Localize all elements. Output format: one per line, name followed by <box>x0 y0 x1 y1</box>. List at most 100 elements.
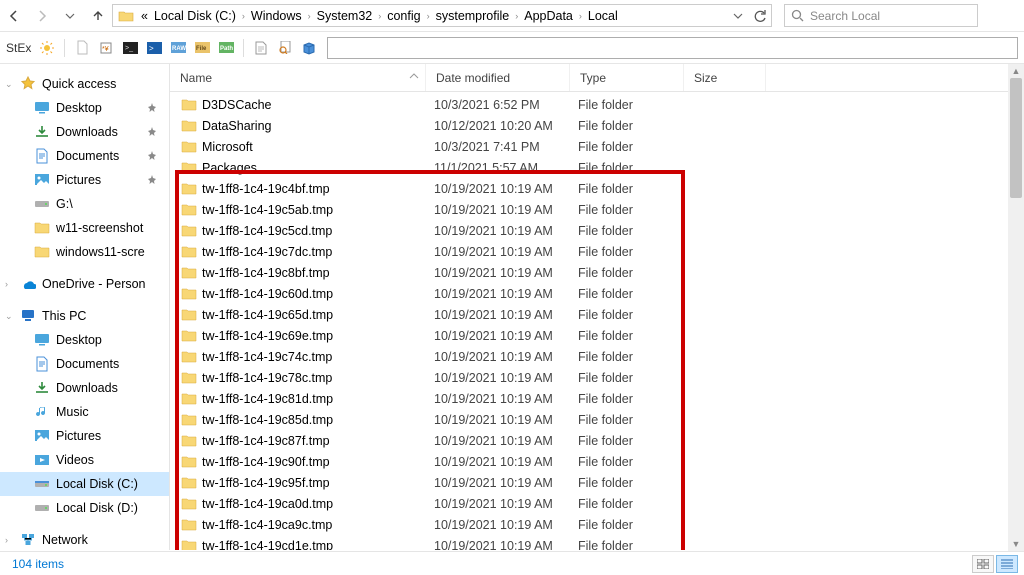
forward-button[interactable] <box>28 0 56 32</box>
file-row[interactable]: D3DSCache10/3/2021 6:52 PMFile folder <box>170 94 1024 115</box>
nav-item-downloads[interactable]: Downloads <box>0 120 169 144</box>
file-row[interactable]: tw-1ff8-1c4-19ca0d.tmp10/19/2021 10:19 A… <box>170 493 1024 514</box>
file-row[interactable]: DataSharing10/12/2021 10:20 AMFile folde… <box>170 115 1024 136</box>
expand-icon[interactable]: ⌄ <box>5 79 13 90</box>
nav-label: Pictures <box>56 429 101 443</box>
file-row[interactable]: tw-1ff8-1c4-19c7dc.tmp10/19/2021 10:19 A… <box>170 241 1024 262</box>
file-type: File folder <box>578 329 692 343</box>
expand-icon[interactable]: › <box>5 535 8 545</box>
file-name: tw-1ff8-1c4-19ca9c.tmp <box>202 518 434 532</box>
file-row[interactable]: tw-1ff8-1c4-19c95f.tmp10/19/2021 10:19 A… <box>170 472 1024 493</box>
file-row[interactable]: tw-1ff8-1c4-19c74c.tmp10/19/2021 10:19 A… <box>170 346 1024 367</box>
nav-item-this-pc[interactable]: ⌄This PC <box>0 304 169 328</box>
file-row[interactable]: tw-1ff8-1c4-19ca9c.tmp10/19/2021 10:19 A… <box>170 514 1024 535</box>
svg-text:>_: >_ <box>125 45 133 52</box>
nav-item-onedrive-person[interactable]: ›OneDrive - Person <box>0 272 169 296</box>
back-button[interactable] <box>0 0 28 32</box>
column-name[interactable]: Name <box>170 64 426 91</box>
folder-icon <box>117 8 135 24</box>
file-row[interactable]: tw-1ff8-1c4-19c5cd.tmp10/19/2021 10:19 A… <box>170 220 1024 241</box>
file-date: 10/19/2021 10:19 AM <box>434 434 578 448</box>
file-type: File folder <box>578 266 692 280</box>
breadcrumb-segment[interactable]: Local Disk (C:) <box>154 9 236 23</box>
file-row[interactable]: tw-1ff8-1c4-19c8bf.tmp10/19/2021 10:19 A… <box>170 262 1024 283</box>
breadcrumb-segment[interactable]: systemprofile <box>436 9 510 23</box>
nav-item-g[interactable]: G:\ <box>0 192 169 216</box>
scroll-up-arrow[interactable]: ▲ <box>1008 64 1024 78</box>
file-row[interactable]: tw-1ff8-1c4-19c69e.tmp10/19/2021 10:19 A… <box>170 325 1024 346</box>
nav-item-quick-access[interactable]: ⌄Quick access <box>0 72 169 96</box>
file-row[interactable]: tw-1ff8-1c4-19c5ab.tmp10/19/2021 10:19 A… <box>170 199 1024 220</box>
picture-icon <box>34 172 50 188</box>
file-row[interactable]: tw-1ff8-1c4-19c81d.tmp10/19/2021 10:19 A… <box>170 388 1024 409</box>
file-name: tw-1ff8-1c4-19c90f.tmp <box>202 455 434 469</box>
file-row[interactable]: tw-1ff8-1c4-19c60d.tmp10/19/2021 10:19 A… <box>170 283 1024 304</box>
star-icon <box>20 76 36 92</box>
nav-item-desktop[interactable]: Desktop <box>0 96 169 120</box>
breadcrumb-segment[interactable]: AppData <box>524 9 573 23</box>
scroll-thumb[interactable] <box>1010 78 1022 198</box>
file-date: 10/19/2021 10:19 AM <box>434 371 578 385</box>
nav-item-local-disk-d[interactable]: Local Disk (D:) <box>0 496 169 520</box>
file-type: File folder <box>578 119 692 133</box>
file-date: 10/19/2021 10:19 AM <box>434 224 578 238</box>
folder-icon <box>180 328 198 344</box>
column-type[interactable]: Type <box>570 64 684 91</box>
file-icon[interactable]: File <box>192 38 212 58</box>
refresh-icon[interactable] <box>753 9 767 23</box>
file-row[interactable]: tw-1ff8-1c4-19cd1e.tmp10/19/2021 10:19 A… <box>170 535 1024 550</box>
expand-icon[interactable]: ⌄ <box>5 311 13 322</box>
nav-tree[interactable]: ⌄Quick accessDesktopDownloadsDocumentsPi… <box>0 64 170 550</box>
file-row[interactable]: tw-1ff8-1c4-19c90f.tmp10/19/2021 10:19 A… <box>170 451 1024 472</box>
view-details-button[interactable] <box>996 555 1018 573</box>
nav-item-documents[interactable]: Documents <box>0 352 169 376</box>
path-icon[interactable]: Path <box>216 38 236 58</box>
nav-item-desktop[interactable]: Desktop <box>0 328 169 352</box>
breadcrumb-segment[interactable]: config <box>387 9 420 23</box>
breadcrumb-segment[interactable]: System32 <box>317 9 373 23</box>
cmd-icon[interactable]: >_ <box>120 38 140 58</box>
file-row[interactable]: tw-1ff8-1c4-19c65d.tmp10/19/2021 10:19 A… <box>170 304 1024 325</box>
file-row[interactable]: tw-1ff8-1c4-19c78c.tmp10/19/2021 10:19 A… <box>170 367 1024 388</box>
tool-icon[interactable]: *¥ <box>96 38 116 58</box>
nav-item-downloads[interactable]: Downloads <box>0 376 169 400</box>
raw-icon[interactable]: RAW <box>168 38 188 58</box>
file-row[interactable]: tw-1ff8-1c4-19c85d.tmp10/19/2021 10:19 A… <box>170 409 1024 430</box>
nav-item-pictures[interactable]: Pictures <box>0 424 169 448</box>
breadcrumb-segment[interactable]: Local <box>588 9 618 23</box>
file-row[interactable]: tw-1ff8-1c4-19c4bf.tmp10/19/2021 10:19 A… <box>170 178 1024 199</box>
nav-item-videos[interactable]: Videos <box>0 448 169 472</box>
recent-dropdown[interactable] <box>56 0 84 32</box>
nav-item-w11-screenshot[interactable]: w11-screenshot <box>0 216 169 240</box>
chevron-right-icon: › <box>306 11 313 21</box>
up-button[interactable] <box>84 0 112 32</box>
download-icon <box>34 380 50 396</box>
scroll-down-arrow[interactable]: ▼ <box>1008 537 1024 551</box>
column-date[interactable]: Date modified <box>426 64 570 91</box>
command-input[interactable] <box>327 37 1018 59</box>
nav-item-documents[interactable]: Documents <box>0 144 169 168</box>
newfile-icon[interactable] <box>72 38 92 58</box>
search-input[interactable]: Search Local <box>784 4 978 27</box>
nav-item-pictures[interactable]: Pictures <box>0 168 169 192</box>
breadcrumb-segment[interactable]: Windows <box>251 9 302 23</box>
nav-item-windows11-scre[interactable]: windows11-scre <box>0 240 169 264</box>
file-row[interactable]: Packages11/1/2021 5:57 AMFile folder <box>170 157 1024 178</box>
doc-icon[interactable] <box>251 38 271 58</box>
view-thumbnails-button[interactable] <box>972 555 994 573</box>
chevron-down-icon[interactable] <box>733 11 743 21</box>
box-icon[interactable] <box>299 38 319 58</box>
nav-label: Network <box>42 533 88 547</box>
powershell-icon[interactable]: > <box>144 38 164 58</box>
file-row[interactable]: Microsoft10/3/2021 7:41 PMFile folder <box>170 136 1024 157</box>
expand-icon[interactable]: › <box>5 279 8 289</box>
file-row[interactable]: tw-1ff8-1c4-19c87f.tmp10/19/2021 10:19 A… <box>170 430 1024 451</box>
column-size[interactable]: Size <box>684 64 766 91</box>
nav-item-music[interactable]: Music <box>0 400 169 424</box>
vertical-scrollbar[interactable]: ▲ ▼ <box>1008 64 1024 551</box>
nav-item-network[interactable]: › Network <box>0 528 169 550</box>
sun-icon[interactable] <box>37 38 57 58</box>
search-tool-icon[interactable] <box>275 38 295 58</box>
nav-item-local-disk-c[interactable]: Local Disk (C:) <box>0 472 169 496</box>
breadcrumb[interactable]: « Local Disk (C:)›Windows›System32›confi… <box>112 4 772 27</box>
